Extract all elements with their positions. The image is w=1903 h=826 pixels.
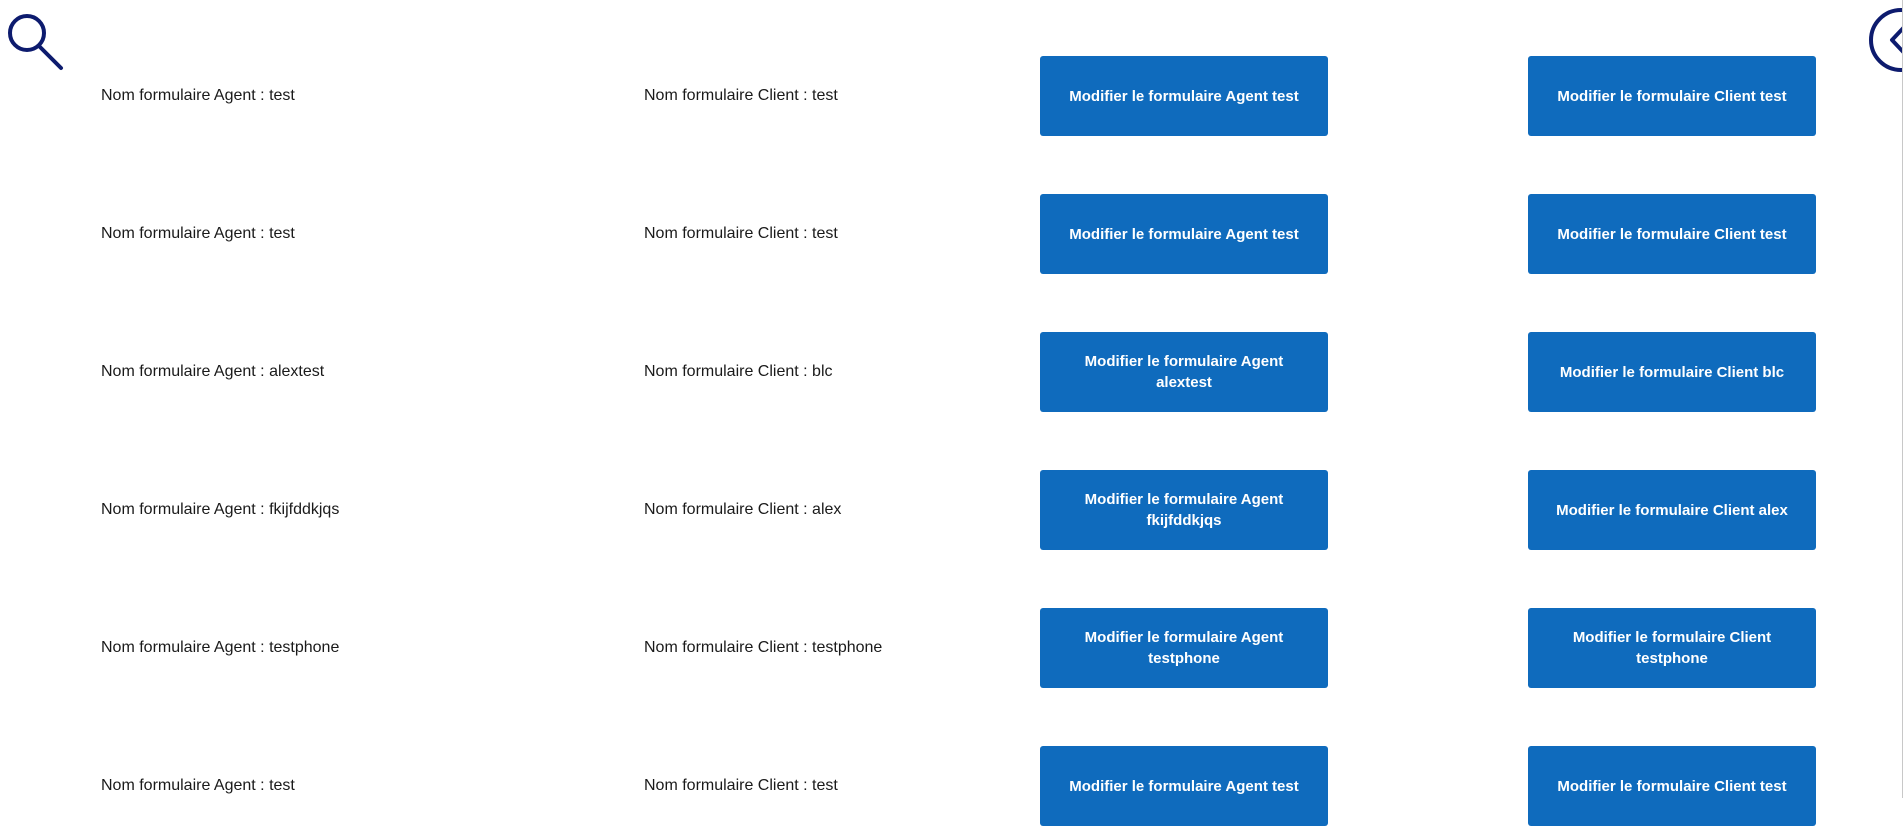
- client-form-name: Nom formulaire Client : test: [644, 87, 838, 104]
- client-form-name: Nom formulaire Client : test: [644, 777, 838, 794]
- form-row: Nom formulaire Agent : fkijfddkjqs Nom f…: [0, 470, 1903, 550]
- edit-agent-form-button[interactable]: Modifier le formulaire Agent test: [1040, 56, 1328, 136]
- form-row: Nom formulaire Agent : test Nom formulai…: [0, 56, 1903, 136]
- edit-client-form-button[interactable]: Modifier le formulaire Client testphone: [1528, 608, 1816, 688]
- edit-client-form-button[interactable]: Modifier le formulaire Client blc: [1528, 332, 1816, 412]
- client-form-name: Nom formulaire Client : test: [644, 225, 838, 242]
- edit-agent-form-button[interactable]: Modifier le formulaire Agent test: [1040, 746, 1328, 826]
- edit-agent-form-button[interactable]: Modifier le formulaire Agent testphone: [1040, 608, 1328, 688]
- client-form-name: Nom formulaire Client : alex: [644, 501, 842, 518]
- edit-client-form-button[interactable]: Modifier le formulaire Client test: [1528, 746, 1816, 826]
- agent-form-name: Nom formulaire Agent : testphone: [101, 639, 340, 656]
- client-form-name: Nom formulaire Client : blc: [644, 363, 833, 380]
- edit-client-form-button[interactable]: Modifier le formulaire Client test: [1528, 194, 1816, 274]
- edit-agent-form-button[interactable]: Modifier le formulaire Agent fkijfddkjqs: [1040, 470, 1328, 550]
- agent-form-name: Nom formulaire Agent : test: [101, 225, 295, 242]
- agent-form-name: Nom formulaire Agent : test: [101, 87, 295, 104]
- agent-form-name: Nom formulaire Agent : test: [101, 777, 295, 794]
- agent-form-name: Nom formulaire Agent : alextest: [101, 363, 325, 380]
- form-row: Nom formulaire Agent : alextest Nom form…: [0, 332, 1903, 412]
- form-row: Nom formulaire Agent : test Nom formulai…: [0, 194, 1903, 274]
- edit-client-form-button[interactable]: Modifier le formulaire Client test: [1528, 56, 1816, 136]
- edit-agent-form-button[interactable]: Modifier le formulaire Agent test: [1040, 194, 1328, 274]
- agent-form-name: Nom formulaire Agent : fkijfddkjqs: [101, 501, 340, 518]
- edit-agent-form-button[interactable]: Modifier le formulaire Agent alextest: [1040, 332, 1328, 412]
- form-row: Nom formulaire Agent : testphone Nom for…: [0, 608, 1903, 688]
- client-form-name: Nom formulaire Client : testphone: [644, 639, 883, 656]
- form-row: Nom formulaire Agent : test Nom formulai…: [0, 746, 1903, 826]
- edit-client-form-button[interactable]: Modifier le formulaire Client alex: [1528, 470, 1816, 550]
